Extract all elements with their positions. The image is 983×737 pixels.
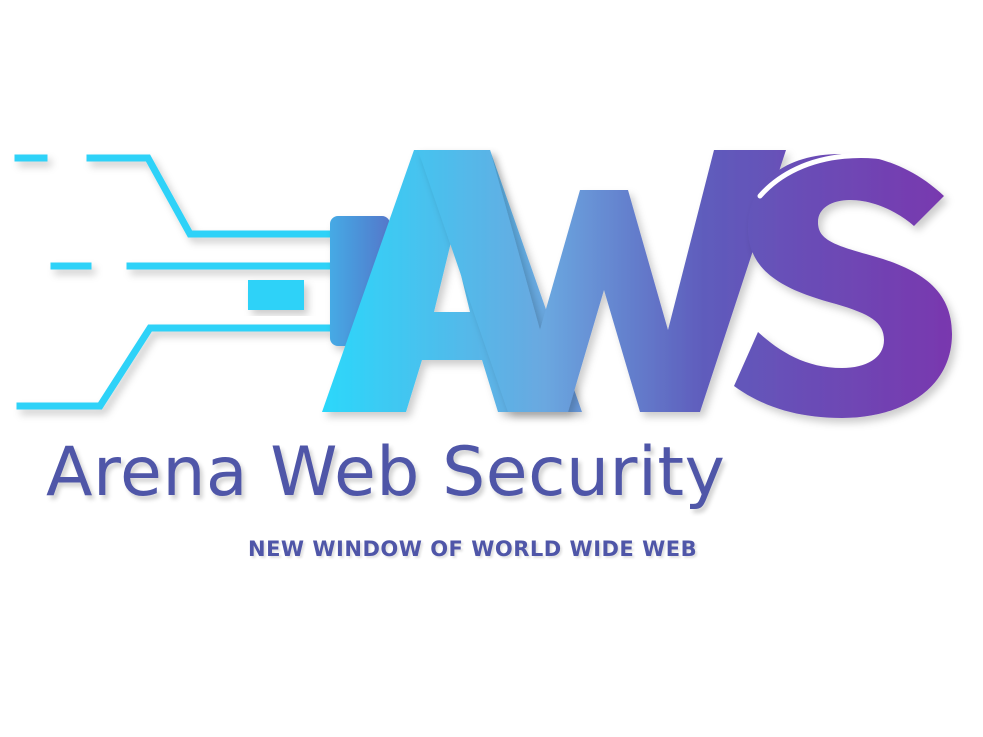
brand-name: Arena Web Security: [46, 433, 726, 512]
circuit-trace-top: [86, 154, 344, 238]
circuit-pin: [248, 280, 304, 310]
logo-graphic: [14, 150, 957, 418]
circuit-trace-bottom: [16, 324, 344, 410]
tagline: NEW WINDOW OF WORLD WIDE WEB: [248, 537, 698, 561]
monogram-letter-w: [418, 150, 786, 412]
logo: Arena Web Security NEW WINDOW OF WORLD W…: [0, 0, 983, 737]
monogram-letter-s: [734, 154, 952, 418]
